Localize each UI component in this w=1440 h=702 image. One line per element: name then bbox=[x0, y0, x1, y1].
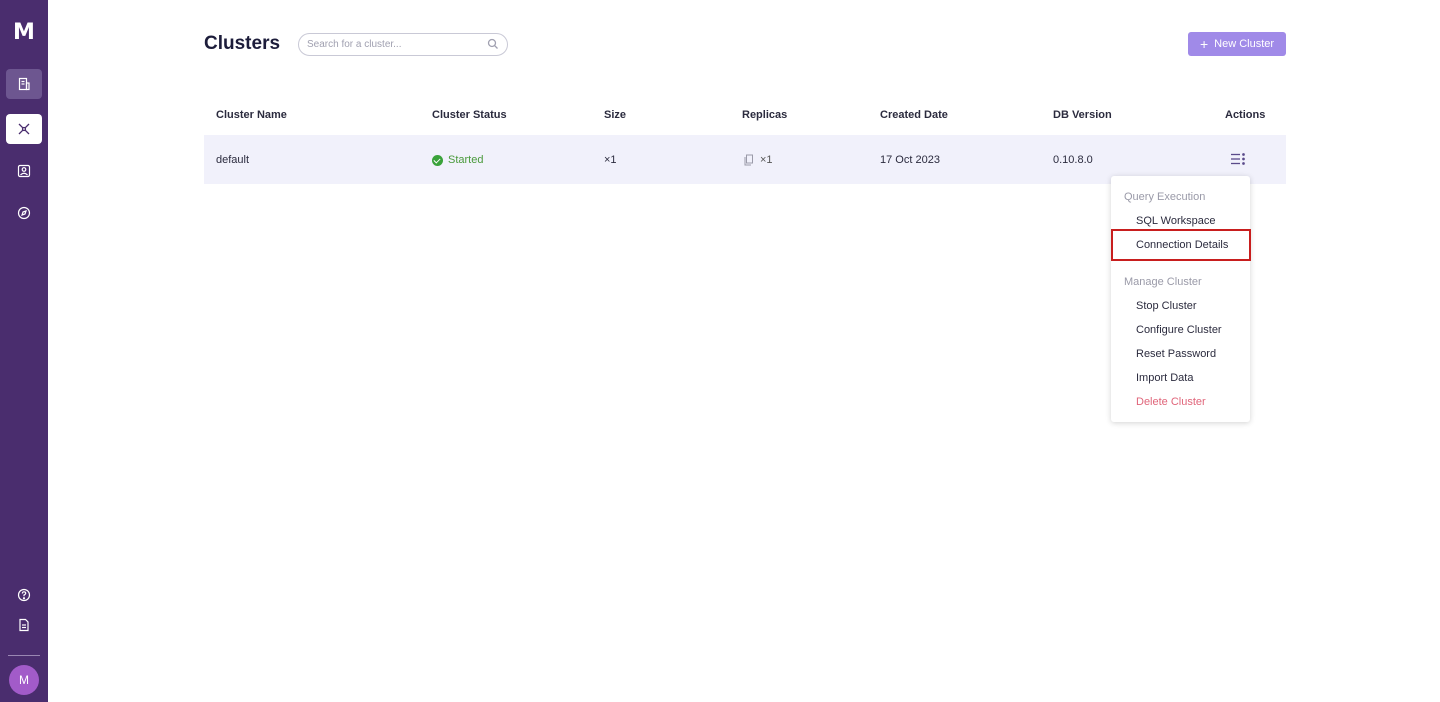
replicas-count: ×1 bbox=[760, 154, 773, 166]
compass-icon[interactable] bbox=[6, 198, 42, 228]
clusters-icon[interactable] bbox=[6, 114, 42, 144]
menu-item-delete-cluster[interactable]: Delete Cluster bbox=[1136, 396, 1206, 408]
monitoring-icon[interactable] bbox=[6, 156, 42, 186]
check-circle-icon bbox=[432, 154, 443, 166]
menu-section-manage-cluster: Manage Cluster bbox=[1124, 276, 1202, 288]
column-header-replicas[interactable]: Replicas bbox=[742, 109, 787, 121]
documents-icon[interactable] bbox=[6, 69, 42, 99]
menu-item-import-data[interactable]: Import Data bbox=[1136, 372, 1193, 384]
app-logo[interactable]: M bbox=[0, 20, 48, 45]
actions-dropdown-menu: Query Execution SQL Workspace Connection… bbox=[1111, 176, 1250, 422]
new-cluster-label: New Cluster bbox=[1214, 38, 1275, 50]
search-icon[interactable] bbox=[487, 38, 499, 50]
replicas-icon bbox=[744, 154, 753, 166]
cluster-name-cell[interactable]: default bbox=[216, 154, 249, 166]
page-title: Clusters bbox=[204, 33, 281, 54]
menu-item-sql-workspace[interactable]: SQL Workspace bbox=[1136, 215, 1215, 227]
column-header-db-version[interactable]: DB Version bbox=[1053, 109, 1112, 121]
actions-menu-icon[interactable] bbox=[1231, 153, 1245, 165]
highlight-box bbox=[1111, 229, 1251, 261]
sidebar-divider bbox=[8, 655, 40, 656]
replicas-cell: ×1 bbox=[743, 154, 773, 166]
menu-item-configure-cluster[interactable]: Configure Cluster bbox=[1136, 324, 1222, 336]
avatar[interactable]: M bbox=[9, 665, 39, 695]
size-cell: ×1 bbox=[604, 154, 617, 166]
sidebar: M M bbox=[0, 0, 48, 702]
menu-item-reset-password[interactable]: Reset Password bbox=[1136, 348, 1216, 360]
status-badge: Started bbox=[432, 154, 483, 166]
status-text: Started bbox=[448, 154, 484, 166]
help-icon[interactable] bbox=[6, 580, 42, 610]
column-header-cluster-name[interactable]: Cluster Name bbox=[216, 109, 287, 121]
column-header-actions: Actions bbox=[1225, 109, 1266, 121]
column-header-created-date[interactable]: Created Date bbox=[880, 109, 948, 121]
plus-icon: + bbox=[1199, 36, 1209, 52]
db-version-cell: 0.10.8.0 bbox=[1053, 154, 1093, 166]
search-input[interactable] bbox=[307, 37, 482, 51]
menu-item-stop-cluster[interactable]: Stop Cluster bbox=[1136, 300, 1197, 312]
created-date-cell: 17 Oct 2023 bbox=[880, 154, 940, 166]
menu-section-query-execution: Query Execution bbox=[1124, 191, 1206, 203]
column-header-size[interactable]: Size bbox=[604, 109, 626, 121]
column-header-cluster-status[interactable]: Cluster Status bbox=[432, 109, 507, 121]
docs-icon[interactable] bbox=[6, 610, 42, 640]
new-cluster-button[interactable]: + New Cluster bbox=[1188, 32, 1286, 56]
search-box[interactable] bbox=[298, 33, 508, 56]
